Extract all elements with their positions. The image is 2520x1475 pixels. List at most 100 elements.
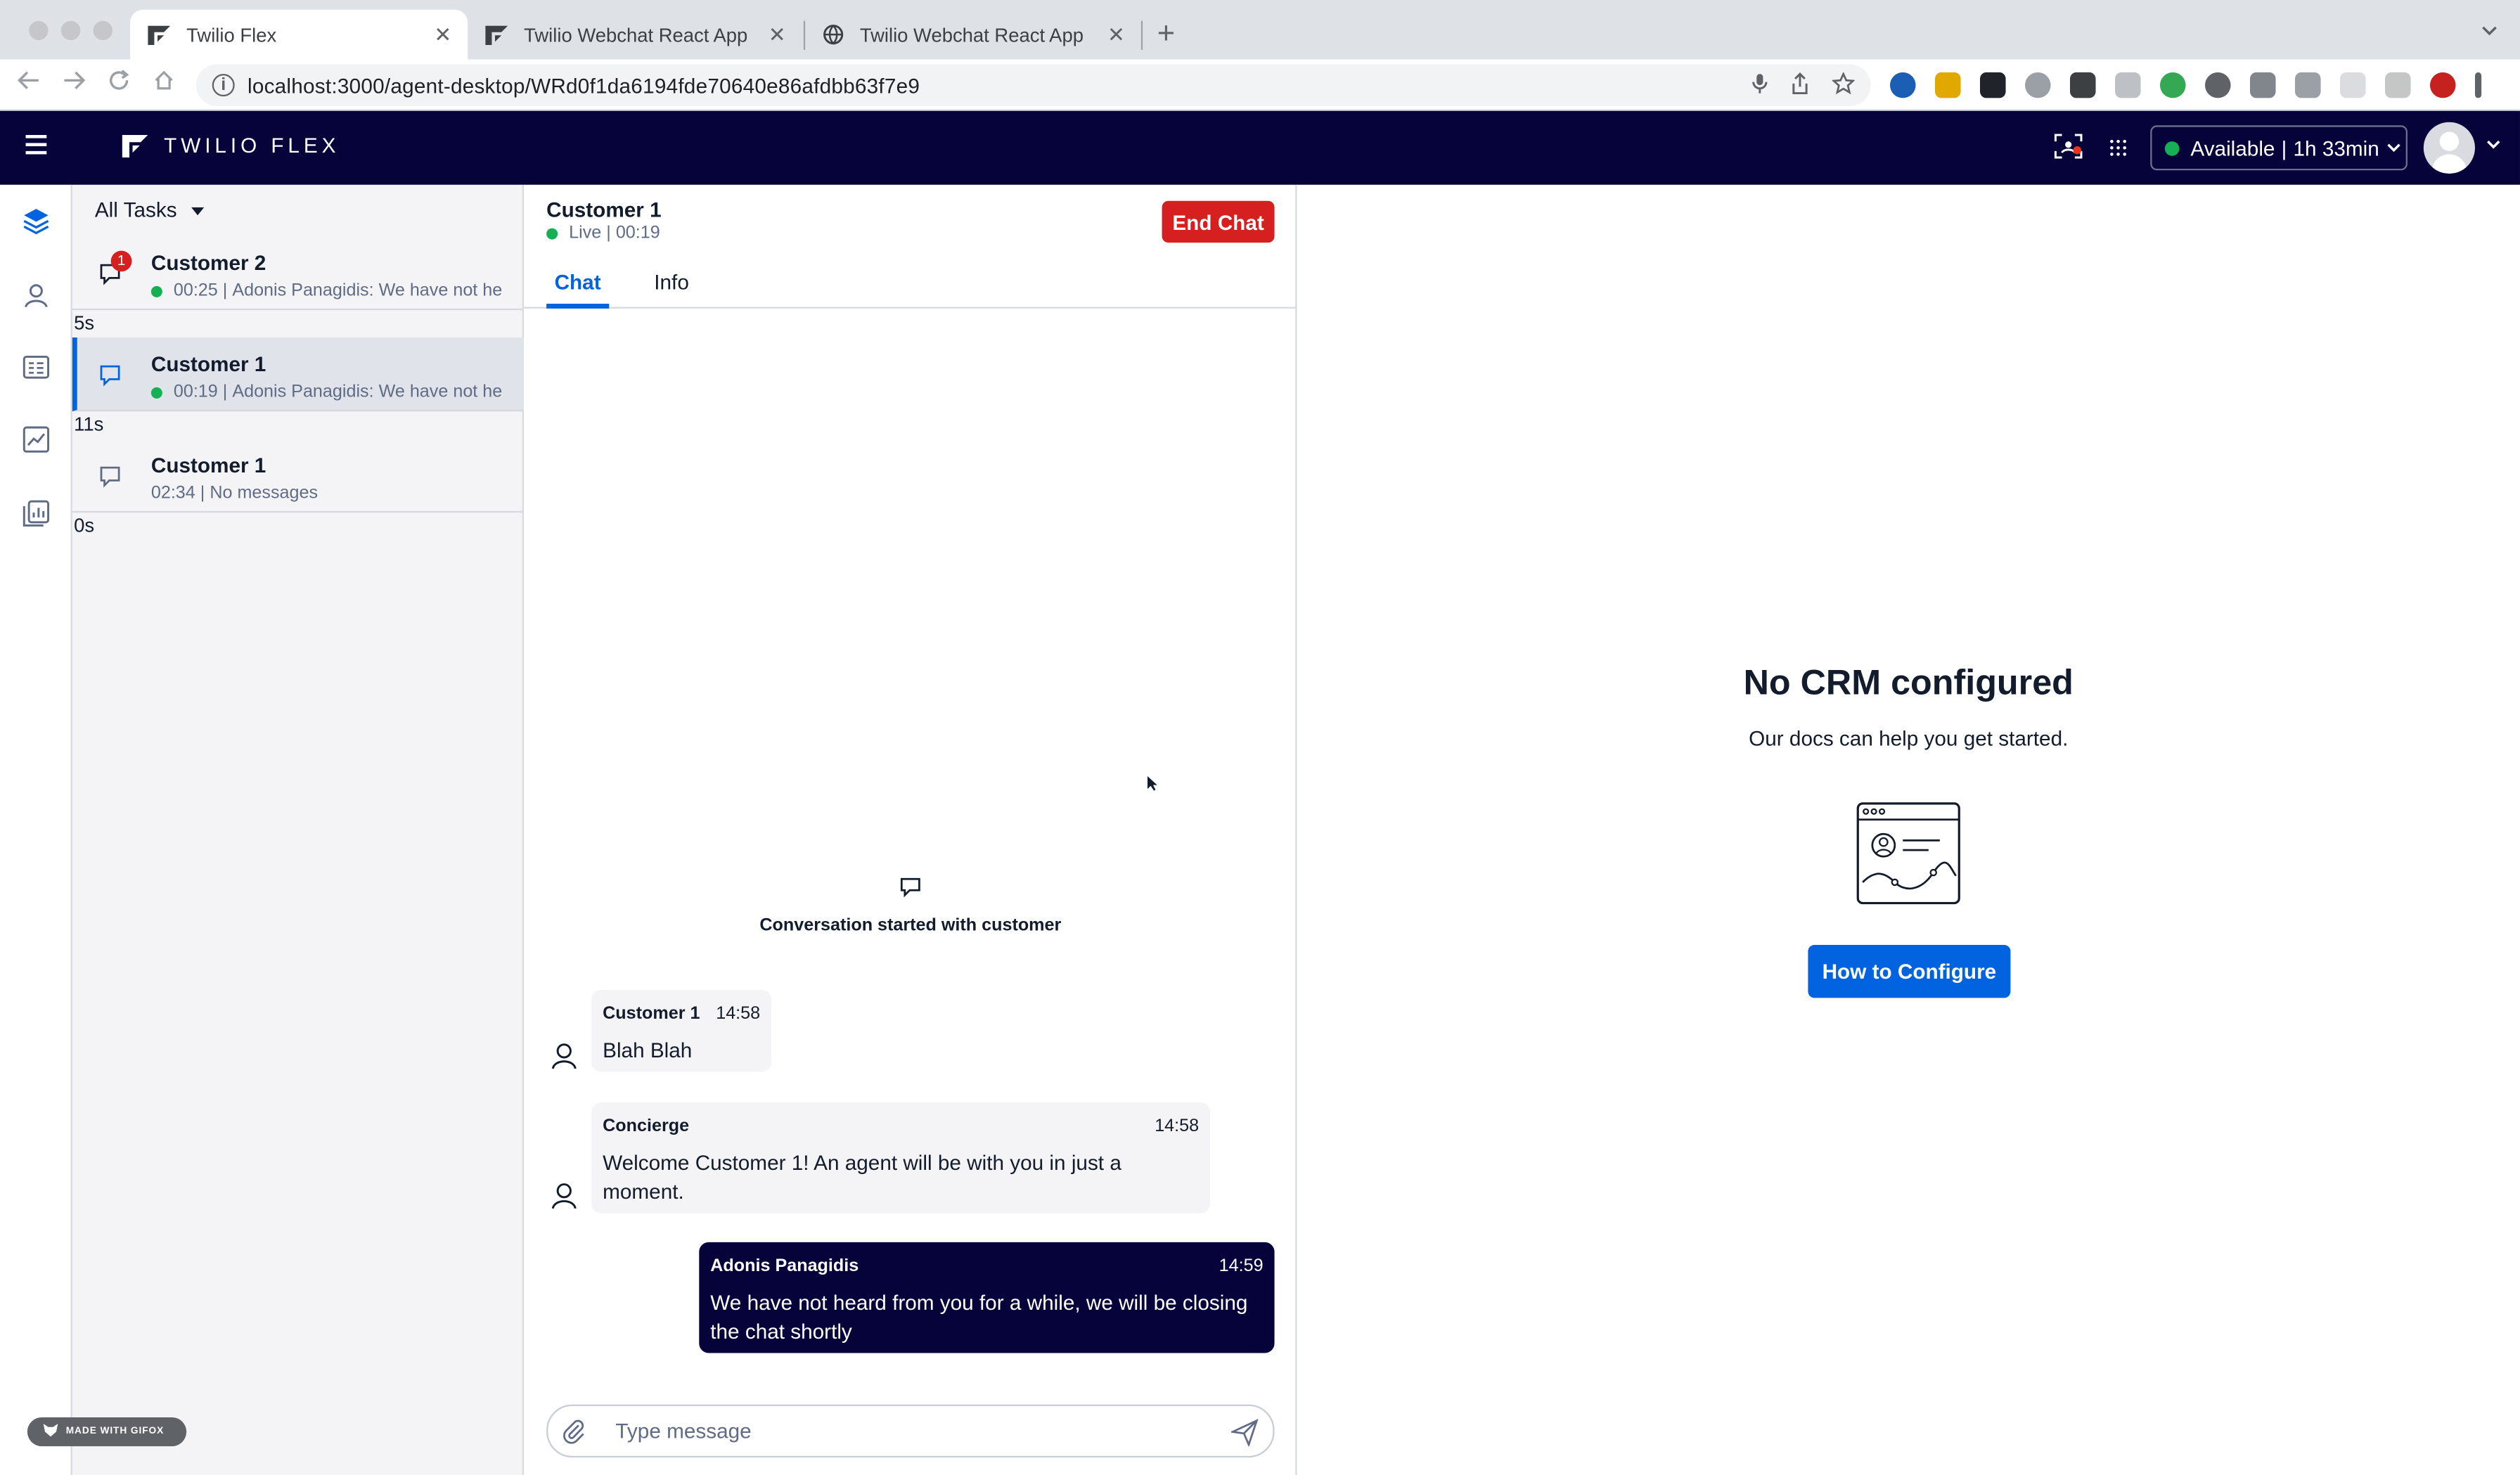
chat-status-label: Live [569,223,602,243]
chat-tabs: Chat Info [524,265,1297,309]
side-panel-icon[interactable] [2384,72,2411,98]
conversation-start-notice: Conversation started with customer [524,876,1297,936]
send-icon[interactable] [1229,1418,1259,1448]
task-preview: Adonis Panagidis: We have not he [232,281,503,301]
close-tab-icon[interactable]: ✕ [769,22,786,48]
tab-divider [1140,20,1143,50]
forward-arrow-icon[interactable] [63,69,86,98]
dialpad-icon[interactable] [2109,136,2128,162]
browser-tab-webchat-1[interactable]: Twilio Webchat React App ✕ [468,10,802,60]
task-item-customer-2[interactable]: 1 Customer 2 00:25 | Adonis Panagidis: W… [72,236,525,311]
task-subtitle: 02:34 | No messages [150,483,319,503]
window-controls[interactable] [29,20,112,41]
browser-tabstrip: Twilio Flex ✕ Twilio Webchat React App ✕… [0,0,2520,60]
extension-dark-icon[interactable] [2069,72,2096,98]
available-status-dot [2164,140,2180,155]
task-time: 02:34 [150,483,195,503]
message-text: Welcome Customer 1! An agent will be wit… [603,1150,1121,1204]
extension-1password-icon[interactable] [1889,72,1916,98]
chat-duration: 00:19 [615,223,660,243]
end-chat-button[interactable]: End Chat [1162,200,1275,243]
browser-menu-icon[interactable] [2474,72,2482,98]
screen-record-icon[interactable] [2054,134,2083,164]
reload-icon[interactable] [108,69,130,98]
activity-status-time: 1h 33min [2293,136,2379,160]
bot-avatar-icon [551,1181,577,1210]
extension-code-icon[interactable] [2249,72,2276,98]
gifox-logo-icon [43,1424,58,1440]
new-tab-button[interactable]: + [1157,18,1175,53]
live-status-dot [546,227,558,239]
task-age: 0s [74,514,95,537]
user-menu-chevron-icon[interactable] [2486,136,2501,153]
mouse-cursor-icon [1147,775,1157,791]
zoom-window-button[interactable] [93,20,112,41]
crm-subtitle: Our docs can help you get started. [1749,726,2069,751]
how-to-configure-button[interactable]: How to Configure [1808,944,2011,998]
message-text: We have not heard from you for a while, … [710,1290,1248,1344]
unread-badge: 1 [110,250,132,272]
globe-icon [820,22,846,48]
customer-avatar-icon [551,1041,577,1070]
message-bubble-concierge: Concierge 14:58 Welcome Customer 1! An a… [591,1102,1211,1213]
close-tab-icon[interactable]: ✕ [434,22,451,48]
close-tab-icon[interactable]: ✕ [1107,22,1125,48]
tab-info[interactable]: Info [654,270,689,294]
bookmark-star-icon[interactable] [1831,71,1856,100]
browser-tab-twilio-flex[interactable]: Twilio Flex ✕ [130,9,468,60]
task-filter-label: All Tasks [94,198,177,222]
conversation-start-label: Conversation started with customer [759,915,1062,936]
task-time: 00:19 [173,382,218,402]
browser-tab-webchat-2[interactable]: Twilio Webchat React App ✕ [804,10,1141,60]
message-bubble-customer: Customer 1 14:58 Blah Blah [591,989,772,1072]
address-bar[interactable]: i localhost:3000/agent-desktop/WRd0f1da6… [195,64,1871,106]
microphone-icon[interactable] [1751,72,1768,100]
task-item-customer-1[interactable]: Customer 1 00:19 | Adonis Panagidis: We … [72,337,525,412]
task-filter-dropdown[interactable]: All Tasks [95,198,205,221]
extensions-puzzle-icon[interactable] [2294,72,2321,98]
close-window-button[interactable] [29,20,49,41]
back-arrow-icon[interactable] [18,69,40,98]
contacts-icon[interactable] [22,281,50,309]
message-time: 14:58 [716,1004,761,1024]
user-avatar[interactable] [2423,122,2475,174]
message-time: 14:58 [1155,1116,1200,1136]
status-separator: | [2281,136,2287,160]
minimize-window-button[interactable] [60,20,81,41]
message-composer[interactable]: Type message [546,1404,1275,1458]
insights-icon[interactable] [22,426,50,453]
browser-tab-title: Twilio Flex [186,23,277,46]
chevron-down-icon [2387,140,2402,156]
brand-name: TWILIO FLEX [164,133,340,157]
activity-status-dropdown[interactable]: Available | 1h 33min [2150,125,2408,171]
extension-spy-icon[interactable] [2204,72,2231,98]
active-tab-indicator [546,303,610,309]
profile-avatar-icon[interactable] [2429,72,2456,98]
tab-chat[interactable]: Chat [555,270,601,294]
address-url[interactable]: localhost:3000/agent-desktop/WRd0f1da619… [248,73,920,97]
site-info-icon[interactable]: i [212,74,235,97]
live-status-dot [150,285,162,297]
reading-list-icon[interactable] [2339,72,2366,98]
hamburger-menu-icon[interactable] [25,134,47,159]
extension-lock-icon[interactable] [1934,72,1961,98]
queues-icon[interactable] [22,354,50,381]
extension-color-icon[interactable] [2159,72,2186,98]
side-navigation [0,184,72,1475]
tab-search-chevron-icon[interactable] [2481,19,2498,41]
share-icon[interactable] [1790,72,1809,100]
task-item-customer-1-ended[interactable]: Customer 1 02:34 | No messages [72,439,525,513]
attach-paperclip-icon[interactable] [561,1419,587,1445]
task-preview: Adonis Panagidis: We have not he [232,382,503,402]
task-subtitle: 00:19 | Adonis Panagidis: We have not he [150,382,508,402]
extension-react-icon[interactable] [1979,72,2006,98]
layers-icon[interactable] [22,207,50,235]
extension-globe-icon[interactable] [2024,72,2051,98]
message-input[interactable]: Type message [615,1419,751,1443]
live-status-dot [150,386,162,398]
home-icon[interactable] [153,69,175,98]
extension-text-icon[interactable] [2114,72,2141,98]
message-author: Customer 1 [603,1004,700,1024]
activity-status-label: Available [2190,136,2275,160]
analytics-icon[interactable] [22,500,50,527]
